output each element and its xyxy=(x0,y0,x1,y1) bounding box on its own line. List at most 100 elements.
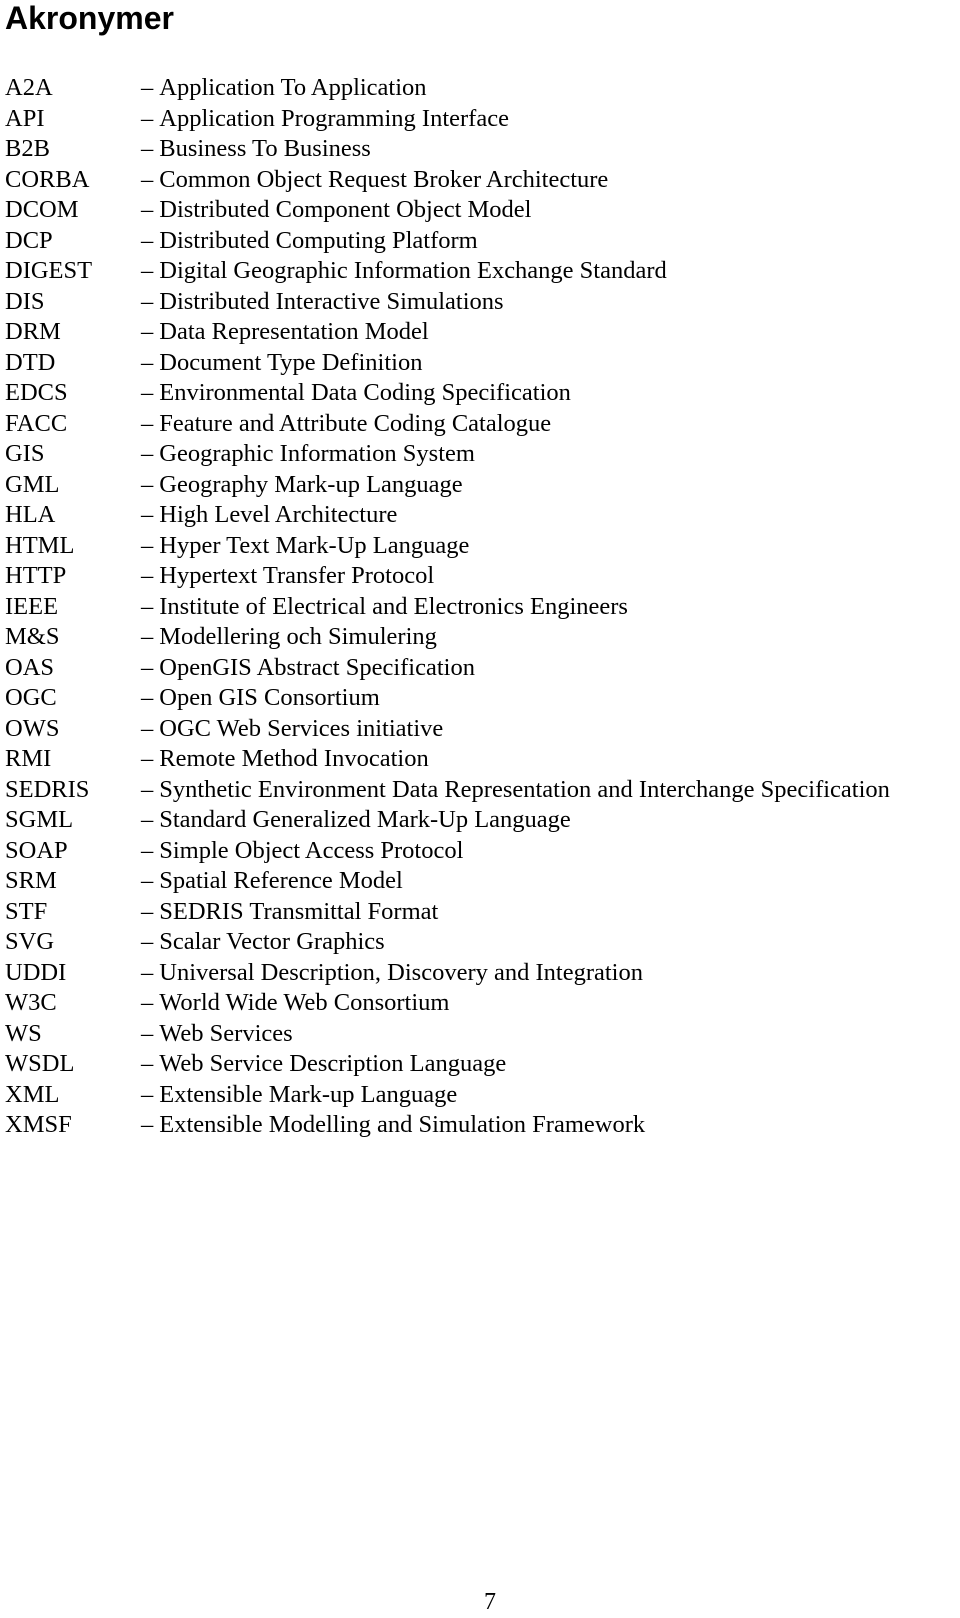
separator-dash: – xyxy=(141,958,154,986)
acronym-meaning: Extensible Mark-up Language xyxy=(159,1080,458,1108)
separator-dash: – xyxy=(141,379,154,406)
acronym-abbreviation: SVG xyxy=(5,928,55,955)
acronym-expansion: – Web Service Description Language xyxy=(141,1049,506,1080)
separator-dash: – xyxy=(141,348,154,376)
separator-dash: – xyxy=(141,1080,154,1108)
acronym-row: M&S – Modellering och Simulering xyxy=(5,622,890,653)
separator-dash: – xyxy=(141,196,154,223)
acronym-row: W3C – World Wide Web Consortium xyxy=(5,988,890,1019)
page-title: Akronymer xyxy=(5,0,174,36)
acronym-row: DIS – Distributed Interactive Simulations xyxy=(5,287,890,318)
acronym-expansion: – Modellering och Simulering xyxy=(141,622,437,653)
acronym-row: DCOM – Distributed Component Object Model xyxy=(5,195,890,226)
acronym-row: CORBA – Common Object Request Broker Arch… xyxy=(5,165,890,196)
acronym-meaning: OpenGIS Abstract Specification xyxy=(159,653,475,681)
acronym-meaning: Hyper Text Mark-Up Language xyxy=(159,531,470,559)
acronym-expansion: – Universal Description, Discovery and In… xyxy=(141,958,643,989)
acronym-abbreviation: HLA xyxy=(5,501,56,528)
acronym-expansion: – OpenGIS Abstract Specification xyxy=(141,653,475,684)
acronym-abbreviation: DIS xyxy=(5,287,45,315)
acronym-row: SVG – Scalar Vector Graphics xyxy=(5,927,890,958)
acronym-meaning: Geographic Information System xyxy=(159,440,475,467)
acronym-meaning: Standard Generalized Mark-Up Language xyxy=(159,806,571,833)
acronym-expansion: – OGC Web Services initiative xyxy=(141,714,443,745)
acronym-expansion: – Open GIS Consortium xyxy=(141,683,380,714)
acronym-abbreviation: XML xyxy=(5,1080,60,1108)
acronym-meaning: Remote Method Invocation xyxy=(159,745,429,772)
acronym-expansion: – Institute of Electrical and Electronics… xyxy=(141,592,628,623)
separator-dash: – xyxy=(141,745,154,772)
acronym-expansion: – Distributed Computing Platform xyxy=(141,226,478,257)
acronym-meaning: Feature and Attribute Coding Catalogue xyxy=(159,409,552,437)
separator-dash: – xyxy=(141,989,154,1016)
separator-dash: – xyxy=(141,806,154,833)
acronym-row: SGML – Standard Generalized Mark-Up Langu… xyxy=(5,805,890,836)
acronym-row: GIS – Geographic Information System xyxy=(5,439,890,470)
acronym-abbreviation: SRM xyxy=(5,867,57,894)
acronym-meaning: SEDRIS Transmittal Format xyxy=(159,897,439,925)
acronym-abbreviation: M&S xyxy=(5,623,60,650)
acronym-row: SOAP – Simple Object Access Protocol xyxy=(5,836,890,867)
acronym-abbreviation: API xyxy=(5,104,45,132)
acronym-meaning: Spatial Reference Model xyxy=(159,867,403,894)
acronym-expansion: – Synthetic Environment Data Representati… xyxy=(141,775,890,806)
acronym-expansion: – Geographic Information System xyxy=(141,439,475,470)
acronym-expansion: – Application To Application xyxy=(141,73,427,104)
acronym-abbreviation: XMSF xyxy=(5,1111,72,1138)
acronym-expansion: – Extensible Modelling and Simulation Fra… xyxy=(141,1110,645,1141)
acronym-row: OAS – OpenGIS Abstract Specification xyxy=(5,653,890,684)
separator-dash: – xyxy=(141,653,154,681)
acronym-meaning: Data Representation Model xyxy=(159,318,429,345)
separator-dash: – xyxy=(141,1050,154,1077)
acronym-abbreviation: SEDRIS xyxy=(5,775,90,803)
page-number: 7 xyxy=(484,1589,496,1615)
acronym-abbreviation: WS xyxy=(5,1019,42,1047)
acronym-row: XML – Extensible Mark-up Language xyxy=(5,1080,890,1111)
separator-dash: – xyxy=(141,470,154,498)
acronym-abbreviation: SGML xyxy=(5,806,74,833)
separator-dash: – xyxy=(141,409,154,437)
separator-dash: – xyxy=(141,714,154,742)
separator-dash: – xyxy=(141,165,154,193)
acronym-row: API – Application Programming Interface xyxy=(5,104,890,135)
separator-dash: – xyxy=(141,287,154,315)
acronym-row: DIGEST – Digital Geographic Information E… xyxy=(5,256,890,287)
acronym-abbreviation: A2A xyxy=(5,74,53,101)
acronym-expansion: – Data Representation Model xyxy=(141,317,429,348)
acronym-meaning: Geography Mark-up Language xyxy=(159,470,463,498)
acronym-row: FACC – Feature and Attribute Coding Catal… xyxy=(5,409,890,440)
acronym-expansion: – Environmental Data Coding Specification xyxy=(141,378,571,409)
acronym-meaning: Web Services xyxy=(159,1019,293,1047)
acronym-expansion: – Remote Method Invocation xyxy=(141,744,429,775)
acronym-meaning: Application To Application xyxy=(159,74,427,101)
acronym-expansion: – Simple Object Access Protocol xyxy=(141,836,463,867)
acronym-meaning: Modellering och Simulering xyxy=(159,623,437,650)
acronym-row: DTD – Document Type Definition xyxy=(5,348,890,379)
acronym-meaning: Universal Description, Discovery and Int… xyxy=(159,958,643,986)
separator-dash: – xyxy=(141,592,154,620)
acronym-abbreviation: IEEE xyxy=(5,592,59,620)
separator-dash: – xyxy=(141,1111,154,1138)
acronym-abbreviation: STF xyxy=(5,897,48,925)
acronym-row: UDDI – Universal Description, Discovery a… xyxy=(5,958,890,989)
acronym-row: HLA – High Level Architecture xyxy=(5,500,890,531)
acronym-meaning: Synthetic Environment Data Representatio… xyxy=(159,775,890,803)
separator-dash: – xyxy=(141,257,154,284)
separator-dash: – xyxy=(141,562,154,589)
acronym-expansion: – Digital Geographic Information Exchange… xyxy=(141,256,667,287)
separator-dash: – xyxy=(141,440,154,467)
acronym-abbreviation: EDCS xyxy=(5,379,68,406)
acronym-row: RMI – Remote Method Invocation xyxy=(5,744,890,775)
acronym-row: XMSF – Extensible Modelling and Simulatio… xyxy=(5,1110,890,1141)
acronym-abbreviation: WSDL xyxy=(5,1050,75,1077)
acronym-row: DCP – Distributed Computing Platform xyxy=(5,226,890,257)
acronym-row: SEDRIS – Synthetic Environment Data Repre… xyxy=(5,775,890,806)
acronym-row: GML – Geography Mark-up Language xyxy=(5,470,890,501)
acronym-expansion: – Document Type Definition xyxy=(141,348,422,379)
acronym-row: SRM – Spatial Reference Model xyxy=(5,866,890,897)
acronym-abbreviation: OGC xyxy=(5,684,57,711)
acronym-meaning: Application Programming Interface xyxy=(159,104,509,132)
acronym-meaning: Extensible Modelling and Simulation Fram… xyxy=(159,1111,646,1138)
separator-dash: – xyxy=(141,897,154,925)
separator-dash: – xyxy=(141,928,154,955)
